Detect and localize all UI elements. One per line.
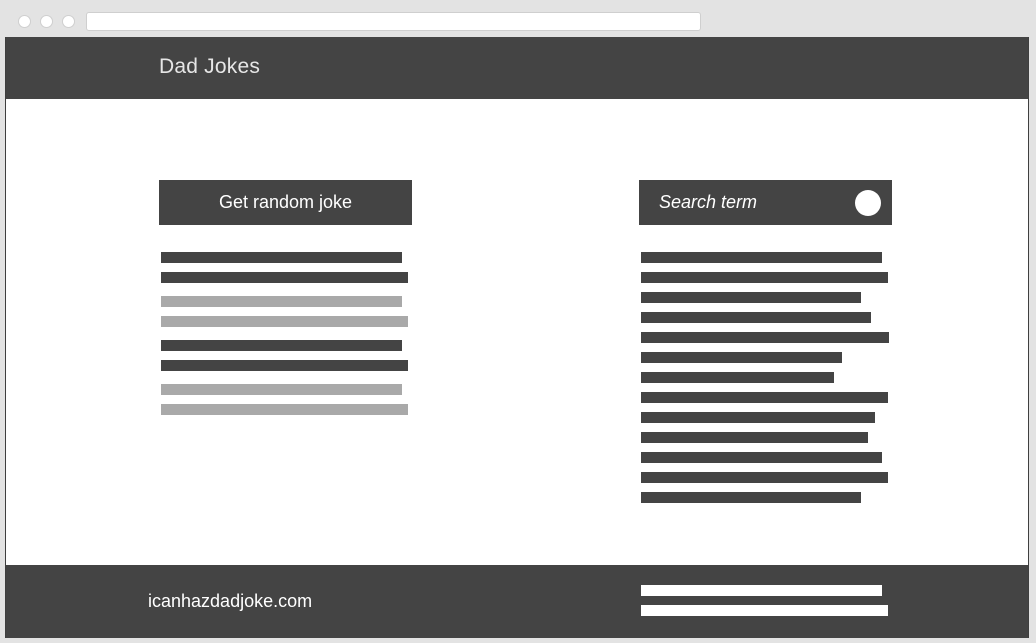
result-text-line [641,472,888,483]
site-footer: icanhazdadjoke.com [6,565,1028,638]
result-text-line [641,252,882,263]
joke-text-line [161,316,408,327]
joke-text-line [161,404,408,415]
joke-text-line [161,296,402,307]
search-box [639,180,892,225]
site-header: Dad Jokes [6,37,1028,99]
page-viewport: Dad Jokes Get random joke Search term ic… [5,37,1029,638]
window-control-dot[interactable] [18,15,31,28]
search-button-circle[interactable] [855,190,881,216]
result-text-line [641,332,889,343]
window-control-dot[interactable] [62,15,75,28]
joke-text-line [161,384,402,395]
get-random-joke-button[interactable]: Get random joke [159,180,412,225]
result-text-line [641,412,875,423]
result-text-line [641,352,842,363]
footer-site-link[interactable]: icanhazdadjoke.com [148,591,312,612]
result-text-line [641,312,871,323]
browser-window: Dad Jokes Get random joke Search term ic… [0,0,1036,643]
search-input[interactable] [639,180,839,225]
joke-text-line [161,272,408,283]
result-text-line [641,492,861,503]
result-text-line [641,452,882,463]
footer-text-line [641,605,888,616]
joke-text-line [161,340,402,351]
footer-text-line [641,585,882,596]
result-text-line [641,372,834,383]
result-text-line [641,272,888,283]
result-text-line [641,432,868,443]
address-bar[interactable] [86,12,701,31]
result-text-line [641,392,888,403]
site-title: Dad Jokes [159,55,261,78]
result-text-line [641,292,861,303]
window-control-dot[interactable] [40,15,53,28]
browser-chrome [0,0,1036,38]
joke-text-line [161,360,408,371]
joke-text-line [161,252,402,263]
